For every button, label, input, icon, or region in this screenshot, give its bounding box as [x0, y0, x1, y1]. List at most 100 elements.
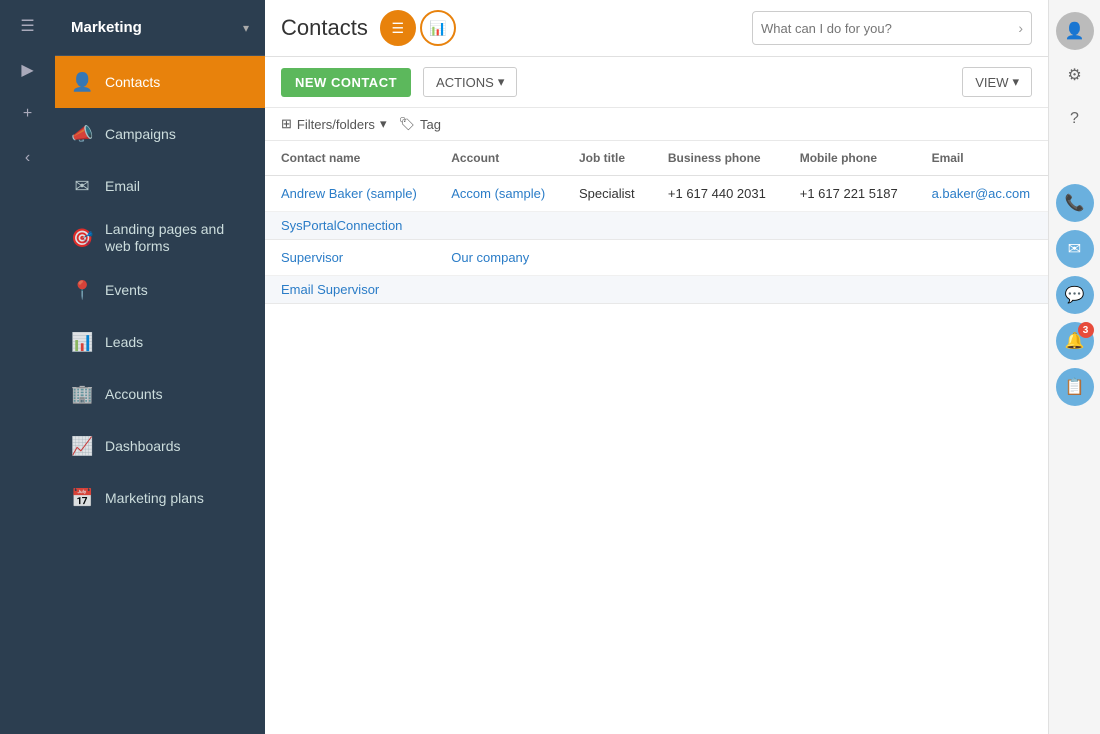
filters-label: Filters/folders: [297, 117, 375, 132]
email-cell: [916, 240, 1048, 276]
actions-button[interactable]: ACTIONS ▾: [423, 67, 517, 97]
view-button[interactable]: VIEW ▾: [962, 67, 1032, 97]
col-mobile-phone[interactable]: Mobile phone: [784, 141, 916, 176]
email-cell[interactable]: a.baker@ac.com: [916, 176, 1048, 212]
account-cell-link[interactable]: Accom (sample): [451, 186, 545, 201]
main-content: Contacts ☰ 📊 › NEW CONTACT ACTIONS ▾ VIE…: [265, 0, 1048, 734]
table-group-row: SysPortalConnection: [265, 212, 1048, 240]
sidebar-item-events[interactable]: 📍 Events: [55, 264, 265, 316]
nav-icon-events: 📍: [71, 280, 93, 301]
back-icon[interactable]: ‹: [10, 140, 46, 176]
sidebar-item-landing-pages[interactable]: 🎯 Landing pages and web forms: [55, 212, 265, 264]
help-icon[interactable]: ?: [1056, 100, 1094, 138]
sidebar-item-email[interactable]: ✉ Email: [55, 160, 265, 212]
nav-label-landing-pages: Landing pages and web forms: [105, 221, 249, 255]
new-contact-button[interactable]: NEW CONTACT: [281, 68, 411, 97]
nav-icon-contacts: 👤: [71, 72, 93, 93]
search-submit-icon[interactable]: ›: [1014, 20, 1023, 36]
notification-fab[interactable]: 🔔 3: [1056, 322, 1094, 360]
play-icon[interactable]: ▶: [10, 52, 46, 88]
nav-icon-marketing-plans: 📅: [71, 488, 93, 509]
contacts-table-container: Contact name Account Job title Business …: [265, 141, 1048, 734]
filter-chevron-icon: ▾: [380, 116, 387, 132]
nav-label-marketing-plans: Marketing plans: [105, 490, 249, 507]
sidebar: Marketing ▾ 👤 Contacts 📣 Campaigns ✉ Ema…: [55, 0, 265, 734]
nav-icon-campaigns: 📣: [71, 124, 93, 145]
actions-chevron-icon: ▾: [498, 74, 505, 90]
filter-icon: ⊞: [281, 116, 292, 132]
list-view-button[interactable]: ☰: [380, 10, 416, 46]
nav-label-dashboards: Dashboards: [105, 438, 249, 455]
filter-bar: ⊞ Filters/folders ▾ 🏷 Tag: [265, 108, 1048, 141]
tag-label: Tag: [420, 117, 441, 132]
group-name-link[interactable]: SysPortalConnection: [281, 218, 402, 233]
table-group-row: Email Supervisor: [265, 276, 1048, 304]
action-bar: NEW CONTACT ACTIONS ▾ VIEW ▾: [265, 57, 1048, 108]
sidebar-item-leads[interactable]: 📊 Leads: [55, 316, 265, 368]
sidebar-item-accounts[interactable]: 🏢 Accounts: [55, 368, 265, 420]
chart-view-button[interactable]: 📊: [420, 10, 456, 46]
sidebar-item-dashboards[interactable]: 📈 Dashboards: [55, 420, 265, 472]
account-cell[interactable]: Our company: [435, 240, 563, 276]
col-contact-name[interactable]: Contact name: [265, 141, 435, 176]
gear-icon[interactable]: ⚙: [1056, 56, 1094, 94]
col-account[interactable]: Account: [435, 141, 563, 176]
nav-label-email: Email: [105, 178, 249, 195]
left-toolbar: ☰ ▶ + ‹: [0, 0, 55, 734]
account-cell[interactable]: Accom (sample): [435, 176, 563, 212]
phone-fab[interactable]: 📞: [1056, 184, 1094, 222]
chat-fab[interactable]: 💬: [1056, 276, 1094, 314]
fab-group: 📞 ✉ 💬 🔔 3 📋: [1056, 184, 1094, 406]
filters-folders-button[interactable]: ⊞ Filters/folders ▾: [281, 116, 386, 132]
table-row: Andrew Baker (sample) Accom (sample) Speci…: [265, 176, 1048, 212]
search-box: ›: [752, 11, 1032, 45]
sidebar-item-contacts[interactable]: 👤 Contacts: [55, 56, 265, 108]
nav-label-campaigns: Campaigns: [105, 126, 249, 143]
col-email[interactable]: Email: [916, 141, 1048, 176]
business-phone-cell: +1 617 440 2031: [652, 176, 784, 212]
sidebar-item-campaigns[interactable]: 📣 Campaigns: [55, 108, 265, 160]
view-toggle: ☰ 📊: [380, 10, 456, 46]
job-title-cell: Specialist: [563, 176, 652, 212]
table-row: Supervisor Our company: [265, 240, 1048, 276]
mobile-phone-cell: +1 617 221 5187: [784, 176, 916, 212]
actions-label: ACTIONS: [436, 75, 494, 90]
nav-icon-accounts: 🏢: [71, 384, 93, 405]
col-business-phone[interactable]: Business phone: [652, 141, 784, 176]
add-icon[interactable]: +: [10, 96, 46, 132]
nav-icon-leads: 📊: [71, 332, 93, 353]
group-name-link[interactable]: Email Supervisor: [281, 282, 379, 297]
sidebar-item-marketing-plans[interactable]: 📅 Marketing plans: [55, 472, 265, 524]
job-title-cell: [563, 240, 652, 276]
nav-icon-landing-pages: 🎯: [71, 228, 93, 249]
nav-label-events: Events: [105, 282, 249, 299]
avatar[interactable]: 👤: [1056, 12, 1094, 50]
contact-name-cell[interactable]: Andrew Baker (sample): [265, 176, 435, 212]
nav-label-leads: Leads: [105, 334, 249, 351]
notification-badge: 3: [1078, 322, 1094, 338]
nav-label-contacts: Contacts: [105, 74, 249, 91]
table-body: Andrew Baker (sample) Accom (sample) Speci…: [265, 176, 1048, 304]
col-job-title[interactable]: Job title: [563, 141, 652, 176]
top-bar: Contacts ☰ 📊 ›: [265, 0, 1048, 57]
right-panel: 👤 ⚙ ? 📞 ✉ 💬 🔔 3 📋: [1048, 0, 1100, 734]
search-input[interactable]: [761, 21, 1014, 36]
menu-icon[interactable]: ☰: [10, 8, 46, 44]
tag-icon: 🏷: [398, 116, 415, 132]
view-label: VIEW: [975, 75, 1008, 90]
mobile-phone-cell: [784, 240, 916, 276]
note-fab[interactable]: 📋: [1056, 368, 1094, 406]
nav-icon-dashboards: 📈: [71, 436, 93, 457]
contact-name-cell-link[interactable]: Andrew Baker (sample): [281, 186, 417, 201]
tag-button[interactable]: 🏷 Tag: [398, 116, 440, 132]
sidebar-nav: 👤 Contacts 📣 Campaigns ✉ Email 🎯 Landing…: [55, 56, 265, 734]
email-cell-link[interactable]: a.baker@ac.com: [932, 186, 1030, 201]
view-chevron-icon: ▾: [1012, 74, 1019, 90]
contact-name-cell[interactable]: Supervisor: [265, 240, 435, 276]
contact-name-cell-link[interactable]: Supervisor: [281, 250, 343, 265]
contacts-table: Contact name Account Job title Business …: [265, 141, 1048, 304]
account-cell-link[interactable]: Our company: [451, 250, 529, 265]
sidebar-header[interactable]: Marketing ▾: [55, 0, 265, 56]
nav-icon-email: ✉: [71, 176, 93, 197]
email-fab[interactable]: ✉: [1056, 230, 1094, 268]
